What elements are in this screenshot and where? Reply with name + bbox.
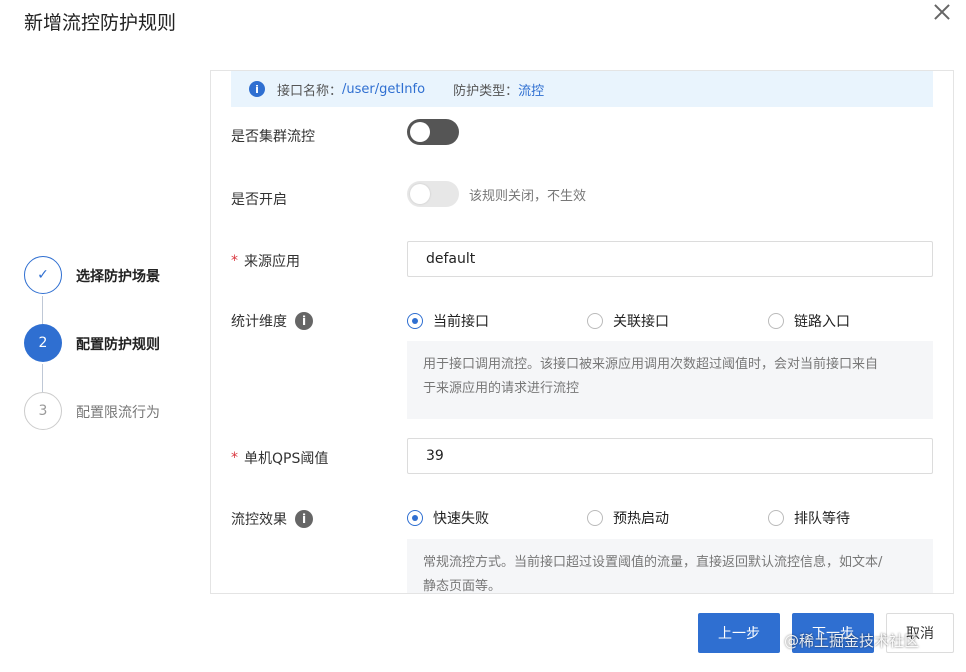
radio-warm-up[interactable]: 预热启动: [587, 508, 669, 528]
source-app-label: * 来源应用: [231, 253, 300, 270]
cluster-toggle[interactable]: [407, 119, 459, 145]
api-name-label: 接口名称：: [277, 83, 343, 99]
source-app-input[interactable]: [407, 241, 933, 277]
info-icon: i: [249, 81, 265, 97]
step-label: 配置防护规则: [76, 337, 160, 353]
dimension-description: 用于接口调用流控。该接口被来源应用调用次数超过阈值时，会对当前接口来自 于来源应…: [407, 341, 933, 419]
dimension-label: 统计维度 i: [231, 311, 313, 331]
effect-description: 常规流控方式。当前接口超过设置阈值的流量，直接返回默认流控信息，如文本/ 静态页…: [407, 539, 933, 593]
step-label: 配置限流行为: [76, 405, 160, 421]
enable-label: 是否开启: [231, 192, 287, 208]
radio-dot: [768, 313, 784, 329]
step-connector: [42, 296, 43, 324]
step-select-scene[interactable]: ✓ 选择防护场景: [24, 256, 204, 296]
close-icon[interactable]: [930, 0, 954, 24]
toggle-knob: [410, 184, 430, 204]
effect-label: 流控效果 i: [231, 509, 313, 529]
watermark: @稀土掘金技术社区: [784, 632, 920, 650]
radio-chain-entry[interactable]: 链路入口: [768, 311, 850, 331]
radio-dot: [407, 313, 423, 329]
step-number: 2: [24, 324, 62, 362]
step-connector: [42, 364, 43, 392]
radio-dot: [407, 510, 423, 526]
info-bar: i 接口名称： /user/getInfo 防护类型： 流控: [231, 71, 933, 107]
protect-type-label: 防护类型：: [453, 83, 519, 99]
radio-dot: [768, 510, 784, 526]
radio-dot: [587, 313, 603, 329]
api-name-value: /user/getInfo: [342, 81, 426, 97]
prev-step-button[interactable]: 上一步: [698, 613, 780, 653]
check-icon: ✓: [24, 256, 62, 294]
info-icon[interactable]: i: [295, 312, 313, 330]
radio-dot: [587, 510, 603, 526]
qps-label: * 单机QPS阈值: [231, 450, 329, 467]
enable-toggle[interactable]: [407, 181, 459, 207]
step-config-behavior[interactable]: 3 配置限流行为: [24, 392, 204, 432]
step-number: 3: [24, 392, 62, 430]
step-label: 选择防护场景: [76, 269, 160, 285]
dialog-title: 新增流控防护规则: [24, 12, 177, 34]
enable-hint: 该规则关闭，不生效: [469, 189, 587, 204]
protect-type-value: 流控: [518, 83, 545, 99]
radio-related-api[interactable]: 关联接口: [587, 311, 669, 331]
toggle-knob: [410, 122, 430, 142]
radio-current-api[interactable]: 当前接口: [407, 311, 489, 331]
info-icon[interactable]: i: [295, 510, 313, 528]
qps-input[interactable]: [407, 438, 933, 474]
radio-queue-wait[interactable]: 排队等待: [768, 508, 850, 528]
form-panel: i 接口名称： /user/getInfo 防护类型： 流控 是否集群流控 是否…: [210, 70, 954, 594]
step-config-rule[interactable]: 2 配置防护规则: [24, 324, 204, 364]
radio-fast-fail[interactable]: 快速失败: [407, 508, 489, 528]
cluster-label: 是否集群流控: [231, 129, 315, 145]
